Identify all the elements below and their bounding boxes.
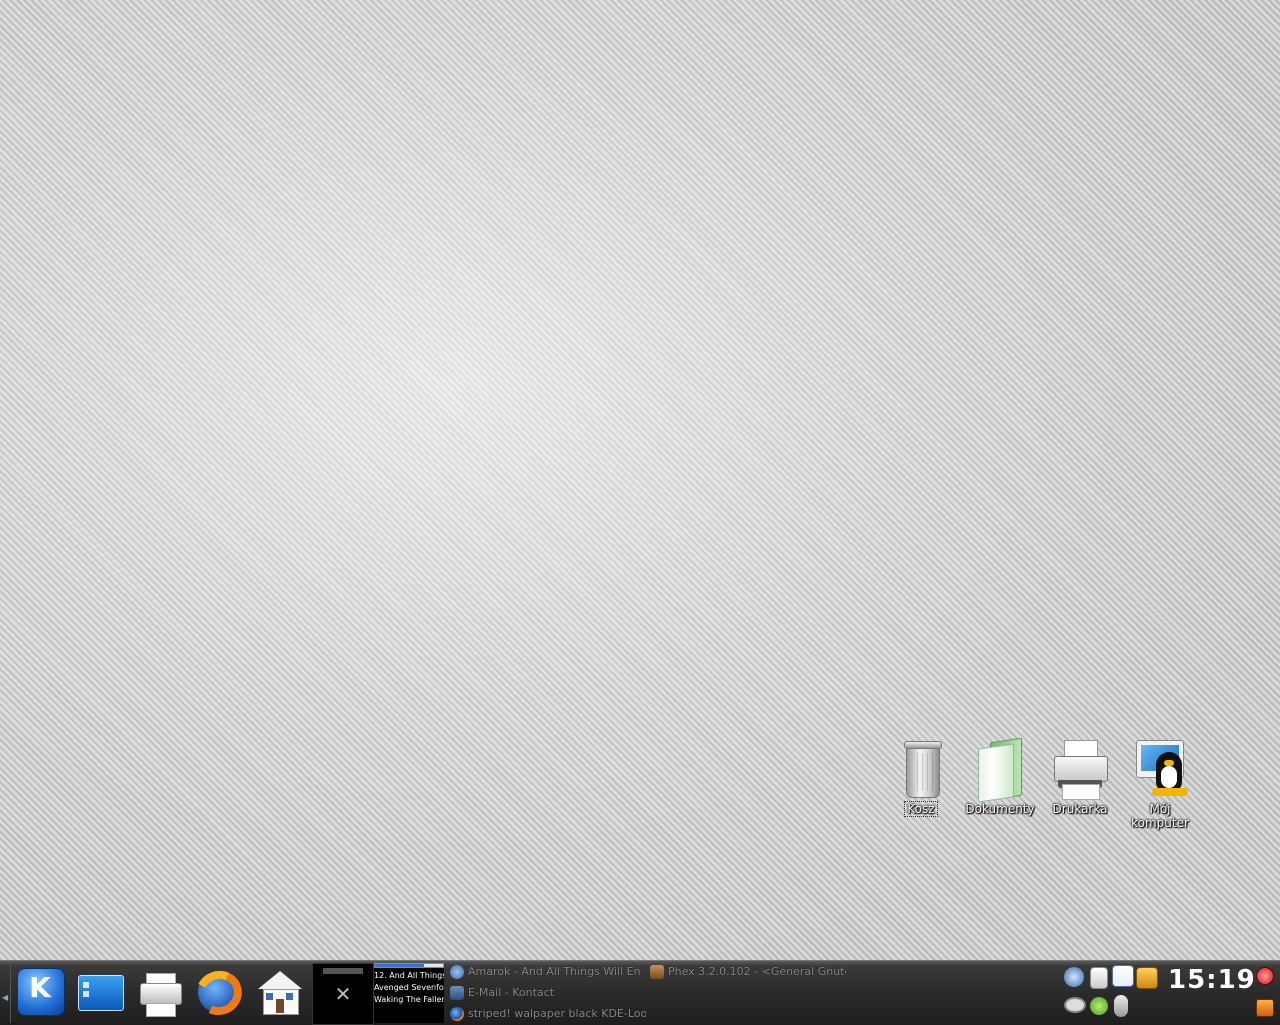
trash-icon (889, 738, 953, 802)
system-tray (1062, 963, 1162, 1023)
track-title: 12. And All Things W (374, 971, 444, 980)
home-folder-launcher[interactable] (252, 965, 308, 1021)
desktop-icon-documents[interactable]: Dokumenty (962, 737, 1038, 816)
home-icon (258, 971, 302, 989)
album-cover[interactable]: ✕ (312, 963, 374, 1025)
printer-launcher[interactable] (132, 965, 188, 1021)
track-progress-bar[interactable] (374, 963, 444, 968)
task-label: striped! walpaper black KDE-Loo (468, 1007, 646, 1020)
show-desktop-button[interactable] (72, 965, 128, 1021)
task-amarok[interactable]: Amarok - And All Things Will En (450, 963, 646, 981)
konqueror-tray-icon[interactable] (1064, 967, 1084, 987)
nvidia-tray-icon[interactable] (1090, 997, 1108, 1015)
folder-icon (968, 737, 1032, 803)
desktop-icon-my-computer[interactable]: Mój komputer (1122, 738, 1198, 830)
track-artist: Avenged Sevenfold (374, 983, 444, 992)
arrow-left-icon: ◀ (2, 993, 9, 1002)
desktop-icon-printer[interactable]: Drukarka (1042, 738, 1118, 816)
desktop-icon-trash[interactable]: Kosz (883, 738, 959, 817)
kmenu-button[interactable]: K (14, 965, 70, 1021)
bluetooth-tray-icon[interactable] (1114, 995, 1128, 1017)
desktop-icon-label: Dokumenty (965, 802, 1035, 816)
task-phex[interactable]: Phex 3.2.0.102 - <General Gnute (650, 963, 846, 981)
desktop-icon (78, 975, 124, 1011)
logout-icon[interactable] (1256, 967, 1274, 985)
firefox-icon (450, 1007, 464, 1021)
clock[interactable]: 15:19 (1168, 965, 1255, 995)
now-playing-applet[interactable]: 12. And All Things W Avenged Sevenfold W… (374, 963, 444, 1023)
firefox-launcher[interactable] (189, 964, 249, 1022)
printer-icon (140, 983, 182, 1005)
klipper-tray-icon[interactable] (1090, 967, 1108, 989)
phex-icon (650, 965, 664, 979)
taskbar: ◀ K ✕ 12. And All Things W Avenged Seven… (0, 960, 1280, 1025)
deathbat-icon: ✕ (334, 982, 352, 1006)
network-tray-icon[interactable] (1064, 997, 1086, 1013)
desktop-background[interactable]: Kosz Dokumenty Drukarka Mój komputer (0, 0, 1280, 960)
kontact-icon (450, 986, 464, 1000)
printer-icon (1048, 738, 1112, 802)
panel-hide-handle[interactable]: ◀ (0, 965, 11, 1023)
lock-screen-icon[interactable] (1256, 999, 1274, 1017)
knotes-tray-icon[interactable] (1136, 967, 1158, 989)
desktop-icon-label: Kosz (904, 801, 938, 817)
kontact-tray-icon[interactable] (1112, 965, 1134, 987)
task-label: E-Mail - Kontact (468, 986, 555, 999)
task-kontact[interactable]: E-Mail - Kontact (450, 984, 646, 1002)
amarok-icon (450, 965, 464, 979)
task-firefox[interactable]: striped! walpaper black KDE-Loo (450, 1005, 646, 1023)
date[interactable]: 24/02/2008 (1168, 1007, 1244, 1020)
kde-logo-glyph: K (29, 971, 51, 1004)
task-label: Amarok - And All Things Will En (468, 965, 641, 978)
task-label: Phex 3.2.0.102 - <General Gnute (668, 965, 846, 978)
my-computer-icon (1128, 738, 1192, 802)
desktop-icon-label: Mój komputer (1131, 802, 1189, 830)
track-album: Waking The Fallen (374, 995, 444, 1004)
desktop-icon-label: Drukarka (1052, 802, 1108, 816)
